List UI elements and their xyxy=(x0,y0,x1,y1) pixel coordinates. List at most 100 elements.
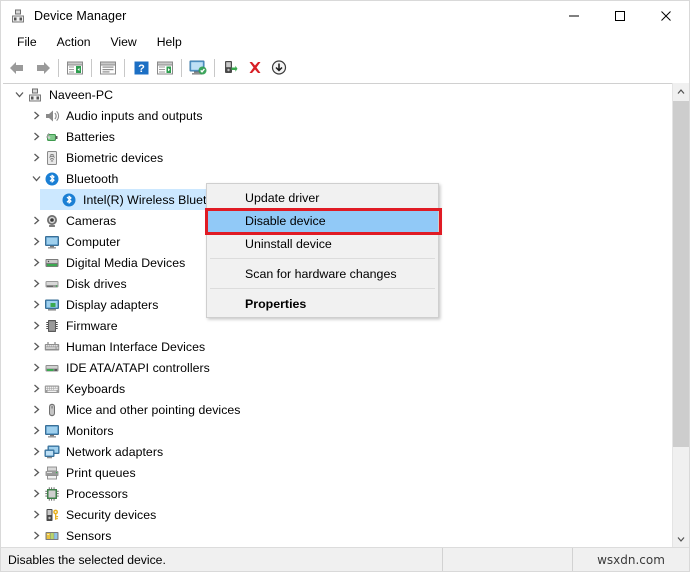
mouse-icon xyxy=(44,402,60,418)
chevron-right-icon[interactable] xyxy=(28,315,44,336)
chevron-right-icon[interactable] xyxy=(28,525,44,546)
uninstall-device-icon[interactable] xyxy=(243,56,267,79)
tree-item-ide-ata-atapi-controllers[interactable]: IDE ATA/ATAPI controllers xyxy=(3,357,671,378)
tree-item-audio-inputs-and-outputs[interactable]: Audio inputs and outputs xyxy=(3,105,671,126)
monitor-icon xyxy=(44,423,60,439)
tree-item-firmware[interactable]: Firmware xyxy=(3,315,671,336)
back-icon[interactable] xyxy=(6,56,30,79)
chevron-right-icon[interactable] xyxy=(28,420,44,441)
device-manager-icon xyxy=(10,8,26,24)
context-menu-item-uninstall-device[interactable]: Uninstall device xyxy=(207,232,438,255)
menu-help[interactable]: Help xyxy=(147,33,192,51)
tree-item-label: Cameras xyxy=(66,213,117,228)
tree-item-label: Firmware xyxy=(66,318,118,333)
context-menu-item-disable-device[interactable]: Disable device xyxy=(207,209,438,232)
svg-text:?: ? xyxy=(138,63,145,75)
context-menu-separator xyxy=(210,258,435,259)
tree-item-label: IDE ATA/ATAPI controllers xyxy=(66,360,210,375)
menu-file[interactable]: File xyxy=(7,33,47,51)
tree-item-human-interface-devices[interactable]: Human Interface Devices xyxy=(3,336,671,357)
tree-item-processors[interactable]: Processors xyxy=(3,483,671,504)
toolbar-separator xyxy=(91,58,92,77)
vertical-scrollbar[interactable] xyxy=(672,83,689,547)
security-key-icon xyxy=(44,507,60,523)
menu-action[interactable]: Action xyxy=(47,33,101,51)
chevron-right-icon[interactable] xyxy=(28,147,44,168)
hid-icon xyxy=(44,339,60,355)
tree-item-keyboards[interactable]: Keyboards xyxy=(3,378,671,399)
close-button[interactable] xyxy=(643,1,689,31)
chevron-right-icon[interactable] xyxy=(28,210,44,231)
chevron-right-icon[interactable] xyxy=(28,357,44,378)
tree-item-label: Mice and other pointing devices xyxy=(66,402,241,417)
tree-item-monitors[interactable]: Monitors xyxy=(3,420,671,441)
context-menu[interactable]: Update driver Disable device Uninstall dev… xyxy=(206,183,439,318)
chevron-right-icon[interactable] xyxy=(28,294,44,315)
network-adapter-icon xyxy=(44,444,60,460)
scroll-up-icon[interactable] xyxy=(673,83,689,100)
chevron-right-icon[interactable] xyxy=(28,399,44,420)
context-menu-item-update-driver[interactable]: Update driver xyxy=(207,186,438,209)
chevron-right-icon[interactable] xyxy=(28,462,44,483)
context-menu-item-properties[interactable]: Properties xyxy=(207,292,438,315)
tree-root-row[interactable]: Naveen-PC xyxy=(3,84,671,105)
tree-item-label: Audio inputs and outputs xyxy=(66,108,203,123)
chevron-placeholder xyxy=(45,189,61,210)
tree-item-security-devices[interactable]: Security devices xyxy=(3,504,671,525)
chevron-right-icon[interactable] xyxy=(28,546,44,547)
tree-item-sensors[interactable]: Sensors xyxy=(3,525,671,546)
chevron-right-icon[interactable] xyxy=(28,231,44,252)
chevron-right-icon[interactable] xyxy=(28,441,44,462)
show-hide-console-tree-icon[interactable] xyxy=(63,56,87,79)
chevron-right-icon[interactable] xyxy=(28,336,44,357)
toolbar-separator xyxy=(124,58,125,77)
scan-for-hardware-changes-icon[interactable] xyxy=(186,56,210,79)
maximize-button[interactable] xyxy=(597,1,643,31)
display-adapter-icon xyxy=(44,297,60,313)
show-hide-action-pane-icon[interactable] xyxy=(153,56,177,79)
forward-icon[interactable] xyxy=(30,56,54,79)
tree-item-label: Processors xyxy=(66,486,129,501)
ide-controller-icon xyxy=(44,360,60,376)
disk-drive-icon xyxy=(44,276,60,292)
tree-item-print-queues[interactable]: Print queues xyxy=(3,462,671,483)
chevron-down-icon[interactable] xyxy=(28,168,44,189)
tree-item-label: Bluetooth xyxy=(66,171,119,186)
chevron-down-icon[interactable] xyxy=(11,84,27,105)
tree-item-label: Print queues xyxy=(66,465,136,480)
tree-item-batteries[interactable]: Batteries xyxy=(3,126,671,147)
fingerprint-icon xyxy=(44,150,60,166)
scroll-down-icon[interactable] xyxy=(673,530,689,547)
toolbar-separator xyxy=(58,58,59,77)
tree-item-network-adapters[interactable]: Network adapters xyxy=(3,441,671,462)
chevron-right-icon[interactable] xyxy=(28,273,44,294)
chevron-right-icon[interactable] xyxy=(28,105,44,126)
tree-item-mice-and-other-pointing-devices[interactable]: Mice and other pointing devices xyxy=(3,399,671,420)
chevron-right-icon[interactable] xyxy=(28,504,44,525)
scrollbar-thumb[interactable] xyxy=(673,101,689,447)
help-icon[interactable]: ? xyxy=(129,56,153,79)
toolbar-separator xyxy=(214,58,215,77)
tree-item-label: Human Interface Devices xyxy=(66,339,206,354)
disable-device-icon[interactable] xyxy=(267,56,291,79)
chevron-right-icon[interactable] xyxy=(28,126,44,147)
minimize-button[interactable] xyxy=(551,1,597,31)
context-menu-item-scan-for-hardware-changes[interactable]: Scan for hardware changes xyxy=(207,262,438,285)
update-driver-icon[interactable] xyxy=(219,56,243,79)
chevron-right-icon[interactable] xyxy=(28,252,44,273)
media-device-icon xyxy=(44,255,60,271)
tree-item-label: Security devices xyxy=(66,507,157,522)
speaker-icon xyxy=(44,108,60,124)
chevron-right-icon[interactable] xyxy=(28,378,44,399)
status-message: Disables the selected device. xyxy=(8,552,166,567)
processor-icon xyxy=(44,486,60,502)
tree-item-label: Batteries xyxy=(66,129,115,144)
keyboard-icon xyxy=(44,381,60,397)
properties-icon[interactable] xyxy=(96,56,120,79)
chevron-right-icon[interactable] xyxy=(28,483,44,504)
tree-item-biometric-devices[interactable]: Biometric devices xyxy=(3,147,671,168)
window-controls xyxy=(551,1,689,31)
menu-view[interactable]: View xyxy=(101,33,147,51)
bluetooth-icon xyxy=(44,171,60,187)
tree-item-label: Disk drives xyxy=(66,276,127,291)
